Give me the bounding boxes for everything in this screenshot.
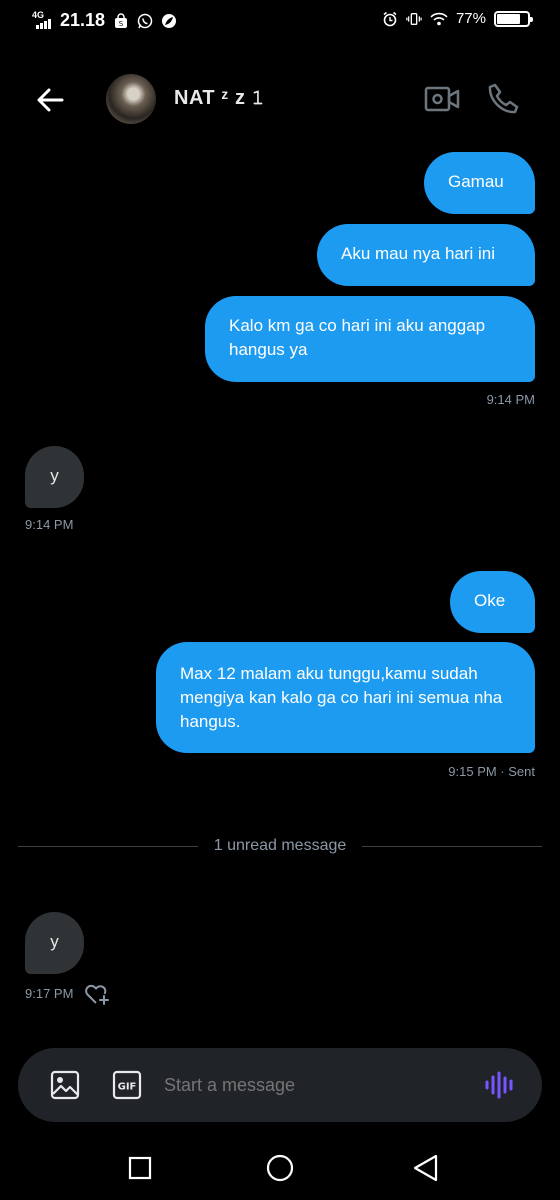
phone-icon[interactable] [486,82,520,116]
back-triangle-icon[interactable] [410,1152,442,1184]
contact-name[interactable]: NAT ᶻ z 𝟷 [174,87,265,110]
message-timestamp: 9:14 PM [486,392,535,407]
message-text: y [50,932,59,951]
shopping-bag-icon: S [115,12,128,28]
outgoing-message[interactable]: Aku mau nya hari ini [317,224,535,286]
heart-plus-icon[interactable] [84,982,110,1006]
recents-square-icon[interactable] [128,1156,152,1180]
image-icon[interactable] [50,1070,80,1100]
system-nav-bar [0,1142,560,1192]
alarm-icon [383,11,397,26]
message-text: Aku mau nya hari ini [341,244,496,263]
incoming-message[interactable]: y [25,912,84,974]
outgoing-message[interactable]: Gamau [424,152,535,214]
video-camera-icon[interactable] [424,84,460,114]
unread-divider-line-right [362,846,542,847]
leaf-app-icon [162,13,177,28]
vibrate-icon [406,12,422,25]
svg-text:S: S [119,20,124,28]
battery-level [497,13,520,24]
message-text: Gamau [448,172,504,191]
status-time: 21.18 [60,10,106,30]
battery-icon [494,10,533,27]
gif-icon[interactable]: GIF [112,1070,142,1100]
incoming-message[interactable]: y [25,446,84,508]
message-text: Oke [474,591,506,610]
message-composer: GIF [18,1048,542,1122]
whatsapp-icon [137,13,153,28]
message-input[interactable] [164,1072,464,1098]
wifi-icon [430,12,448,25]
outgoing-message[interactable]: Oke [450,571,535,633]
arrow-left-icon[interactable] [32,82,68,118]
avatar[interactable] [106,74,156,124]
message-text: y [50,466,59,485]
message-status-timestamp: 9:15 PM · Sent [448,764,535,779]
home-circle-icon[interactable] [266,1154,294,1182]
outgoing-message[interactable]: Kalo km ga co hari ini aku anggap hangus… [205,296,535,382]
conversation-header: NAT ᶻ z 𝟷 [0,70,560,130]
gif-label: GIF [118,1082,137,1093]
outgoing-message[interactable]: Max 12 malam aku tunggu,kamu sudah mengi… [156,642,535,753]
message-timestamp: 9:17 PM [25,986,74,1001]
message-timestamp: 9:14 PM [25,517,74,532]
message-text: Max 12 malam aku tunggu,kamu sudah mengi… [180,664,503,731]
cellular-signal-icon: 4G [32,10,52,31]
status-bar: 4G 21.18 S 77% [0,0,560,44]
battery-percent: 77% [455,10,486,27]
voice-wave-icon[interactable] [484,1070,516,1100]
message-text: Kalo km ga co hari ini aku anggap hangus… [229,316,486,359]
